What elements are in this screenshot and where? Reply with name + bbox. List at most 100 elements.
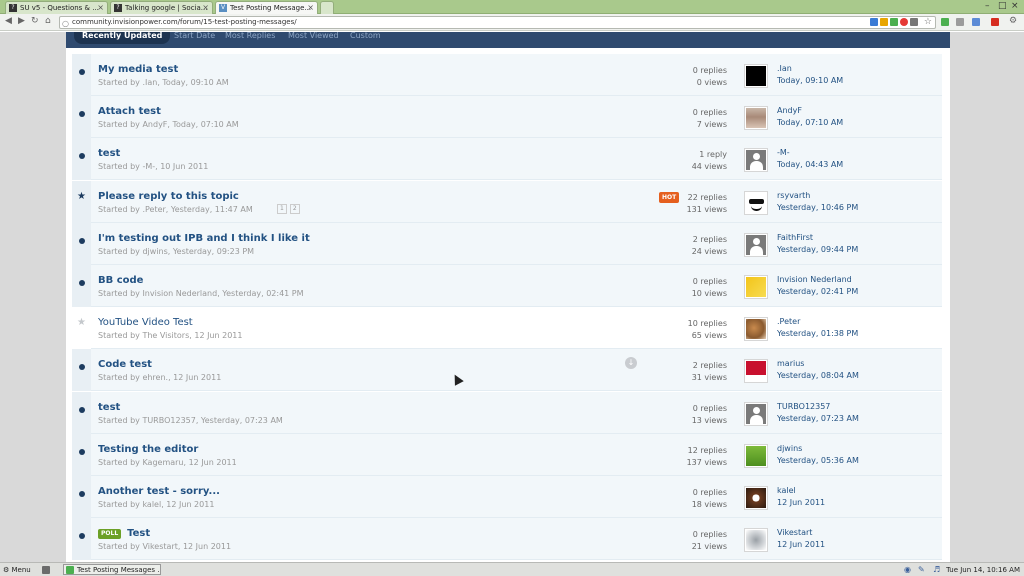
extension-icon-4[interactable] <box>900 18 908 26</box>
close-tab-icon[interactable]: × <box>97 2 104 14</box>
unread-dot-icon[interactable] <box>79 491 85 497</box>
topic-row[interactable]: Code test Started by ehren., 12 Jun 2011 ↓… <box>72 349 942 392</box>
last-poster-name[interactable]: marius <box>777 359 804 368</box>
last-poster-avatar[interactable] <box>744 232 768 257</box>
browser-tab-1[interactable]: ? Talking google | Socia... × <box>110 1 213 14</box>
topic-page-link[interactable]: 1 <box>277 203 287 214</box>
last-poster-name[interactable]: Invision Nederland <box>777 275 852 284</box>
topic-row[interactable]: Another test - sorry... Started by kalel,… <box>72 476 942 518</box>
unread-dot-icon[interactable] <box>79 448 85 455</box>
topic-row[interactable]: ★ Please reply to this topic Started by .P… <box>72 180 942 223</box>
extension-icon-5[interactable] <box>910 18 918 26</box>
topic-title-link[interactable]: POLL Test <box>98 528 150 540</box>
last-poster-avatar[interactable] <box>744 275 768 299</box>
last-poster-avatar[interactable] <box>744 528 768 553</box>
filter-tab-most-viewed[interactable]: Most Viewed <box>288 32 339 44</box>
last-post-date[interactable]: Today, 09:10 AM <box>777 76 843 85</box>
topic-row[interactable]: test Started by TURBO12357, Yesterday, 07… <box>72 391 942 434</box>
topic-row[interactable]: Attach test Started by AndyF, Today, 07:1… <box>72 96 942 139</box>
topic-row[interactable]: ★ YouTube Video Test Started by The Visito… <box>72 307 942 350</box>
last-poster-avatar[interactable] <box>744 401 768 426</box>
last-poster-name[interactable]: djwins <box>777 444 802 453</box>
last-poster-name[interactable]: .Ian <box>777 64 792 73</box>
desktop-icon[interactable] <box>42 566 50 574</box>
unread-dot-icon[interactable] <box>79 111 85 118</box>
close-tab-icon[interactable]: × <box>202 2 209 14</box>
last-post-date[interactable]: Yesterday, 05:36 AM <box>777 456 859 465</box>
topic-row[interactable]: test Started by -M-, 10 Jun 2011 1 reply 44… <box>72 138 942 181</box>
topic-title-link[interactable]: I'm testing out IPB and I think I like i… <box>98 233 310 244</box>
filter-tab-recently-updated[interactable]: Recently Updated <box>74 32 171 44</box>
close-window-icon[interactable]: × <box>1011 1 1019 11</box>
tray-pen-icon[interactable]: ✎ <box>918 565 925 574</box>
last-poster-avatar[interactable] <box>744 190 768 215</box>
topic-title-link[interactable]: Testing the editor <box>98 444 198 455</box>
last-post-date[interactable]: Yesterday, 07:23 AM <box>777 414 859 423</box>
read-star-icon[interactable]: ★ <box>77 318 86 328</box>
last-post-date[interactable]: Yesterday, 09:44 PM <box>777 245 858 254</box>
last-poster-avatar[interactable] <box>744 359 768 384</box>
starred-topic-icon[interactable]: ★ <box>77 191 86 202</box>
taskbar-window-button[interactable]: Test Posting Messages ... <box>63 564 161 575</box>
last-poster-avatar[interactable] <box>744 148 768 173</box>
address-bar[interactable]: ○ community.invisionpower.com/forum/15-t… <box>59 16 936 29</box>
topic-page-link[interactable]: 2 <box>289 203 300 214</box>
wrench-icon[interactable]: ⚙ <box>1009 16 1017 26</box>
last-poster-avatar[interactable] <box>744 106 768 131</box>
last-post-date[interactable]: 12 Jun 2011 <box>777 540 825 549</box>
unread-dot-icon[interactable] <box>79 406 85 413</box>
last-poster-name[interactable]: TURBO12357 <box>777 402 830 411</box>
extension-icon-7[interactable] <box>956 18 964 26</box>
maximize-icon[interactable]: □ <box>998 1 1007 11</box>
filter-tab-most-replies[interactable]: Most Replies <box>225 32 275 44</box>
unread-dot-icon[interactable] <box>79 69 85 75</box>
unread-dot-icon[interactable] <box>79 533 85 540</box>
unread-dot-icon[interactable] <box>79 153 85 160</box>
browser-tab-2[interactable]: V Test Posting Message... × <box>215 1 318 14</box>
last-post-date[interactable]: 12 Jun 2011 <box>777 498 825 507</box>
topic-title-link[interactable]: BB code <box>98 275 143 286</box>
last-poster-avatar[interactable] <box>744 486 768 510</box>
unread-dot-icon[interactable] <box>79 237 85 244</box>
tray-network-icon[interactable]: ◉ <box>904 565 911 574</box>
extension-icon-8[interactable] <box>972 18 980 26</box>
extension-icon-2[interactable] <box>880 18 888 26</box>
minimize-icon[interactable]: – <box>985 1 990 11</box>
topic-row[interactable]: My media test Started by .Ian, Today, 09:… <box>72 54 942 96</box>
last-post-date[interactable]: Yesterday, 01:38 PM <box>777 329 858 338</box>
topic-row[interactable]: POLL Test Started by Vikestart, 12 Jun 201… <box>72 518 942 561</box>
topic-title-link[interactable]: Attach test <box>98 106 161 117</box>
last-poster-name[interactable]: Vikestart <box>777 528 812 537</box>
unread-dot-icon[interactable] <box>79 364 85 371</box>
home-icon[interactable]: ⌂ <box>45 16 51 26</box>
topic-title-link[interactable]: Please reply to this topic <box>98 191 239 202</box>
new-tab-button[interactable] <box>320 1 334 14</box>
topic-row[interactable]: I'm testing out IPB and I think I like i… <box>72 222 942 265</box>
browser-tab-0[interactable]: ? SU v5 - Questions & ... × <box>5 1 108 14</box>
topic-title-link[interactable]: Code test <box>98 359 152 370</box>
tray-volume-icon[interactable]: ♬ <box>933 565 940 574</box>
last-post-date[interactable]: Today, 04:43 AM <box>777 160 843 169</box>
bookmark-star-icon[interactable]: ☆ <box>924 17 932 28</box>
last-poster-name[interactable]: FaithFirst <box>777 233 813 242</box>
last-poster-name[interactable]: -M- <box>777 148 790 157</box>
topic-row[interactable]: Testing the editor Started by Kagemaru, 1… <box>72 433 942 476</box>
last-poster-avatar[interactable] <box>744 317 768 342</box>
topic-title-link[interactable]: test <box>98 402 120 413</box>
last-poster-name[interactable]: AndyF <box>777 106 802 115</box>
topic-row[interactable]: BB code Started by Invision Nederland, Ye… <box>72 265 942 307</box>
topic-title-link[interactable]: Another test - sorry... <box>98 486 220 497</box>
last-poster-name[interactable]: kalel <box>777 486 796 495</box>
topic-title-link[interactable]: test <box>98 148 120 159</box>
last-post-date[interactable]: Today, 07:10 AM <box>777 118 843 127</box>
topic-title-link[interactable]: YouTube Video Test <box>98 317 193 328</box>
last-poster-name[interactable]: rsyvarth <box>777 191 810 200</box>
last-poster-avatar[interactable] <box>744 64 768 88</box>
filter-tab-start-date[interactable]: Start Date <box>174 32 215 44</box>
last-post-date[interactable]: Yesterday, 08:04 AM <box>777 371 859 380</box>
unread-dot-icon[interactable] <box>79 280 85 286</box>
gmail-icon[interactable] <box>991 18 999 26</box>
filter-tab-custom[interactable]: Custom <box>350 32 381 44</box>
back-icon[interactable]: ◀ <box>5 16 12 26</box>
last-post-date[interactable]: Yesterday, 10:46 PM <box>777 203 858 212</box>
